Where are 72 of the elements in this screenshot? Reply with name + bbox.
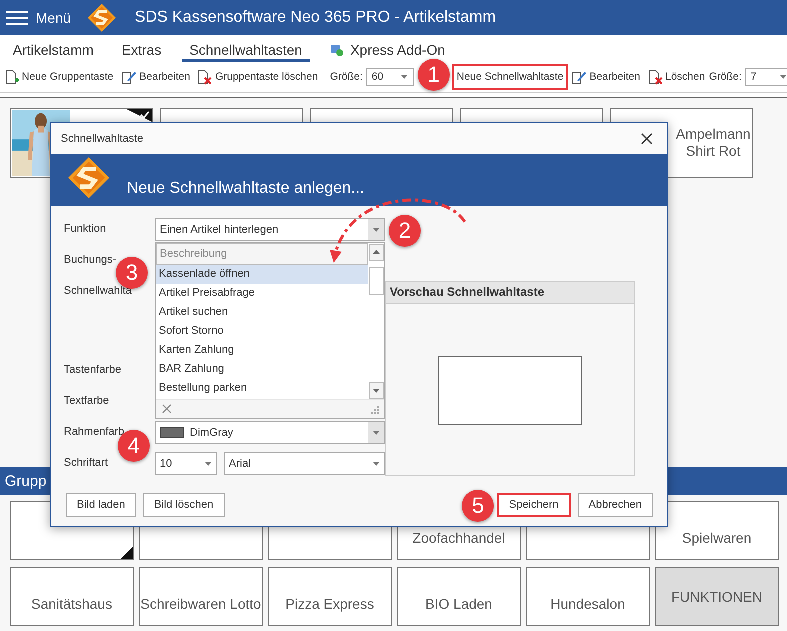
list-item[interactable]: BAR Zahlung — [156, 360, 368, 379]
list-item[interactable]: Artikel Preisabfrage — [156, 284, 368, 303]
toolbar-button[interactable]: Gruppentaste löschen — [194, 64, 322, 90]
group-tile[interactable]: Spielwaren — [655, 501, 779, 560]
window-title: SDS Kassensoftware Neo 365 PRO - Artikelstamm — [135, 8, 496, 26]
preview-title: Vorschau Schnellwahltaste — [386, 282, 634, 304]
clear-icon[interactable] — [162, 404, 172, 414]
close-icon — [641, 132, 653, 144]
group-tile[interactable]: Pizza Express — [268, 567, 392, 626]
caret-icon — [372, 430, 380, 434]
group-tile[interactable]: FUNKTIONEN — [655, 567, 779, 626]
list-item[interactable]: Kassenlade öffnen — [156, 265, 368, 284]
list-item[interactable]: Sofort Storno — [156, 322, 368, 341]
scroll-down-icon[interactable] — [369, 382, 384, 399]
caret-icon — [400, 75, 408, 79]
list-item[interactable]: Bestellung parken — [156, 379, 368, 398]
dialog-title: Schnellwahltaste — [61, 132, 144, 144]
font-size-dropdown[interactable]: 10 — [155, 452, 217, 475]
field-label: Tastenfarbe — [64, 363, 122, 378]
tab[interactable]: Schnellwahltasten — [182, 42, 310, 62]
field-label: Schriftart — [64, 456, 110, 471]
toolbar-button[interactable]: Bearbeiten — [568, 64, 644, 90]
logo-icon — [87, 2, 118, 32]
toolbar-button[interactable]: Neue Schnellwahltaste — [452, 64, 568, 90]
field-label: Textfarbe — [64, 394, 110, 409]
caret-icon — [372, 228, 380, 232]
delete-icon — [198, 70, 212, 84]
dialog-heading: Neue Schnellwahltaste anlegen... — [127, 180, 364, 198]
addon-icon — [330, 43, 344, 57]
delete-icon — [648, 70, 662, 84]
dialog-button[interactable]: Bild laden — [66, 493, 136, 517]
group-tile[interactable]: Sanitätshaus — [10, 567, 134, 626]
function-dropdown[interactable]: Einen Artikel hinterlegen — [155, 218, 385, 241]
size-dropdown[interactable]: 7 — [744, 68, 787, 86]
callout-badge: 2 — [389, 215, 421, 247]
logo-icon — [67, 156, 111, 200]
scroll-up-icon[interactable] — [369, 244, 384, 261]
column-header: Beschreibung — [156, 243, 368, 265]
size-label: Größe: — [330, 71, 363, 83]
list-item[interactable]: Karten Zahlung — [156, 341, 368, 360]
font-dropdown[interactable]: Arial — [224, 452, 385, 475]
toolbar-button[interactable]: Bearbeiten — [118, 64, 194, 90]
edit-icon — [122, 70, 137, 84]
list-item[interactable]: Artikel suchen — [156, 303, 368, 322]
callout-badge: 5 — [462, 490, 494, 522]
scroll-thumb[interactable] — [369, 267, 384, 295]
dialog-button[interactable]: Abbrechen — [578, 493, 653, 517]
field-label: Rahmenfarb — [64, 425, 126, 440]
field-label: Funktion — [64, 222, 108, 237]
menu-button[interactable]: Menü — [0, 10, 72, 26]
group-tile[interactable]: Hundesalon — [526, 567, 650, 626]
color-dropdown[interactable]: DimGray — [155, 421, 385, 444]
size-dropdown[interactable]: 60 — [366, 68, 414, 86]
size-label: Größe: — [709, 71, 742, 83]
scrollbar[interactable] — [368, 243, 384, 399]
tab[interactable]: Xpress Add-On — [322, 42, 454, 62]
field-label: Buchungs- — [64, 253, 118, 268]
toolbar-button[interactable]: Löschen — [644, 64, 710, 90]
dialog-button[interactable]: Bild löschen — [143, 493, 225, 517]
toolbar-button[interactable]: Neue Gruppentaste — [2, 64, 118, 90]
edit-icon — [572, 70, 587, 84]
group-tile[interactable]: BIO Laden — [397, 567, 521, 626]
menu-icon — [6, 10, 28, 26]
callout-badge: 1 — [418, 59, 450, 91]
resize-grip-icon[interactable] — [370, 404, 379, 414]
new-document-icon — [6, 70, 19, 84]
tab[interactable]: Extras — [114, 42, 170, 62]
tab[interactable]: Artikelstamm — [5, 42, 102, 62]
group-tile[interactable]: Schreibwaren Lotto — [139, 567, 263, 626]
dialog-button[interactable]: Speichern — [497, 493, 571, 517]
caret-icon — [780, 75, 787, 79]
group-title: Grupp — [5, 472, 47, 490]
